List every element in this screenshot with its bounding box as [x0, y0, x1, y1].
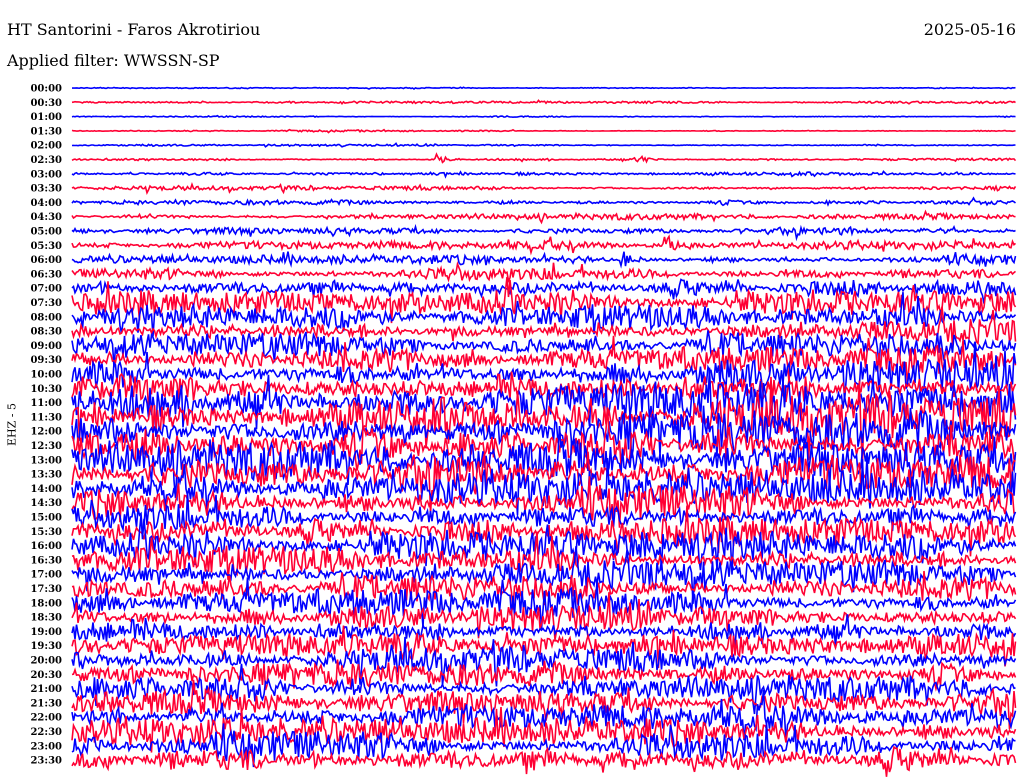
time-tick-label: 09:00 — [30, 341, 62, 352]
time-tick-label: 21:00 — [30, 684, 62, 695]
time-tick-label: 02:30 — [30, 155, 62, 166]
time-tick-label: 05:00 — [30, 227, 62, 238]
seismic-trace — [72, 86, 1016, 90]
time-tick-label: 06:00 — [30, 255, 62, 266]
time-tick-label: 07:30 — [30, 298, 62, 309]
time-tick-label: 23:00 — [30, 741, 62, 752]
helicorder-plot: 00:00 00:30 01:00 01:30 02:00 02:30 03:00 03:30… — [30, 84, 1017, 777]
time-tick-label: 04:30 — [30, 212, 62, 223]
seismic-trace — [71, 261, 1016, 284]
seismic-trace — [71, 142, 1016, 148]
time-tick-label: 14:30 — [30, 498, 62, 509]
seismic-trace — [71, 234, 1017, 256]
seismic-trace — [71, 128, 1016, 134]
time-tick-label: 00:00 — [30, 84, 62, 95]
seismic-trace — [71, 223, 1016, 242]
time-tick-label: 01:30 — [30, 126, 62, 137]
time-tick-label: 11:30 — [30, 412, 62, 423]
seismic-trace — [71, 745, 1017, 777]
time-tick-label: 17:30 — [30, 584, 62, 595]
time-tick-label: 16:30 — [30, 555, 62, 566]
time-tick-label: 07:00 — [30, 284, 62, 295]
time-tick-label: 02:00 — [30, 141, 62, 152]
time-tick-label: 14:00 — [30, 484, 62, 495]
time-tick-label: 22:30 — [30, 727, 62, 738]
time-tick-label: 06:30 — [30, 269, 62, 280]
time-tick-label: 01:00 — [30, 112, 62, 123]
seismic-trace — [71, 209, 1016, 225]
time-tick-label: 21:30 — [30, 698, 62, 709]
time-tick-label: 19:30 — [30, 641, 62, 652]
time-tick-label: 20:00 — [30, 656, 62, 667]
seismic-trace — [71, 251, 1017, 269]
time-tick-label: 23:30 — [30, 756, 62, 767]
time-tick-label: 03:30 — [30, 184, 62, 195]
seismic-trace — [71, 99, 1016, 105]
time-tick-label: 18:30 — [30, 613, 62, 624]
time-tick-label: 12:00 — [30, 427, 62, 438]
seismic-trace — [71, 196, 1016, 207]
time-tick-label: 08:30 — [30, 327, 62, 338]
time-tick-label: 15:30 — [30, 527, 62, 538]
time-tick-label: 05:30 — [30, 241, 62, 252]
time-tick-label: 13:30 — [30, 470, 62, 481]
time-tick-label: 13:00 — [30, 455, 62, 466]
time-tick-label: 10:00 — [30, 370, 62, 381]
time-tick-label: 04:00 — [30, 198, 62, 209]
time-tick-label: 10:30 — [30, 384, 62, 395]
time-tick-label: 11:00 — [30, 398, 62, 409]
time-tick-label: 19:00 — [30, 627, 62, 638]
time-tick-label: 03:00 — [30, 169, 62, 180]
time-tick-label: 18:00 — [30, 598, 62, 609]
time-tick-label: 08:00 — [30, 312, 62, 323]
seismic-trace — [71, 181, 1017, 196]
seismic-trace — [71, 114, 1016, 119]
time-tick-label: 12:30 — [30, 441, 62, 452]
time-tick-label: 16:00 — [30, 541, 62, 552]
time-tick-label: 20:30 — [30, 670, 62, 681]
seismic-trace — [71, 170, 1016, 179]
time-tick-label: 17:00 — [30, 570, 62, 581]
time-tick-label: 00:30 — [30, 98, 62, 109]
time-tick-label: 22:00 — [30, 713, 62, 724]
time-tick-label: 15:00 — [30, 513, 62, 524]
time-tick-label: 09:30 — [30, 355, 62, 366]
seismic-trace — [71, 152, 1017, 164]
